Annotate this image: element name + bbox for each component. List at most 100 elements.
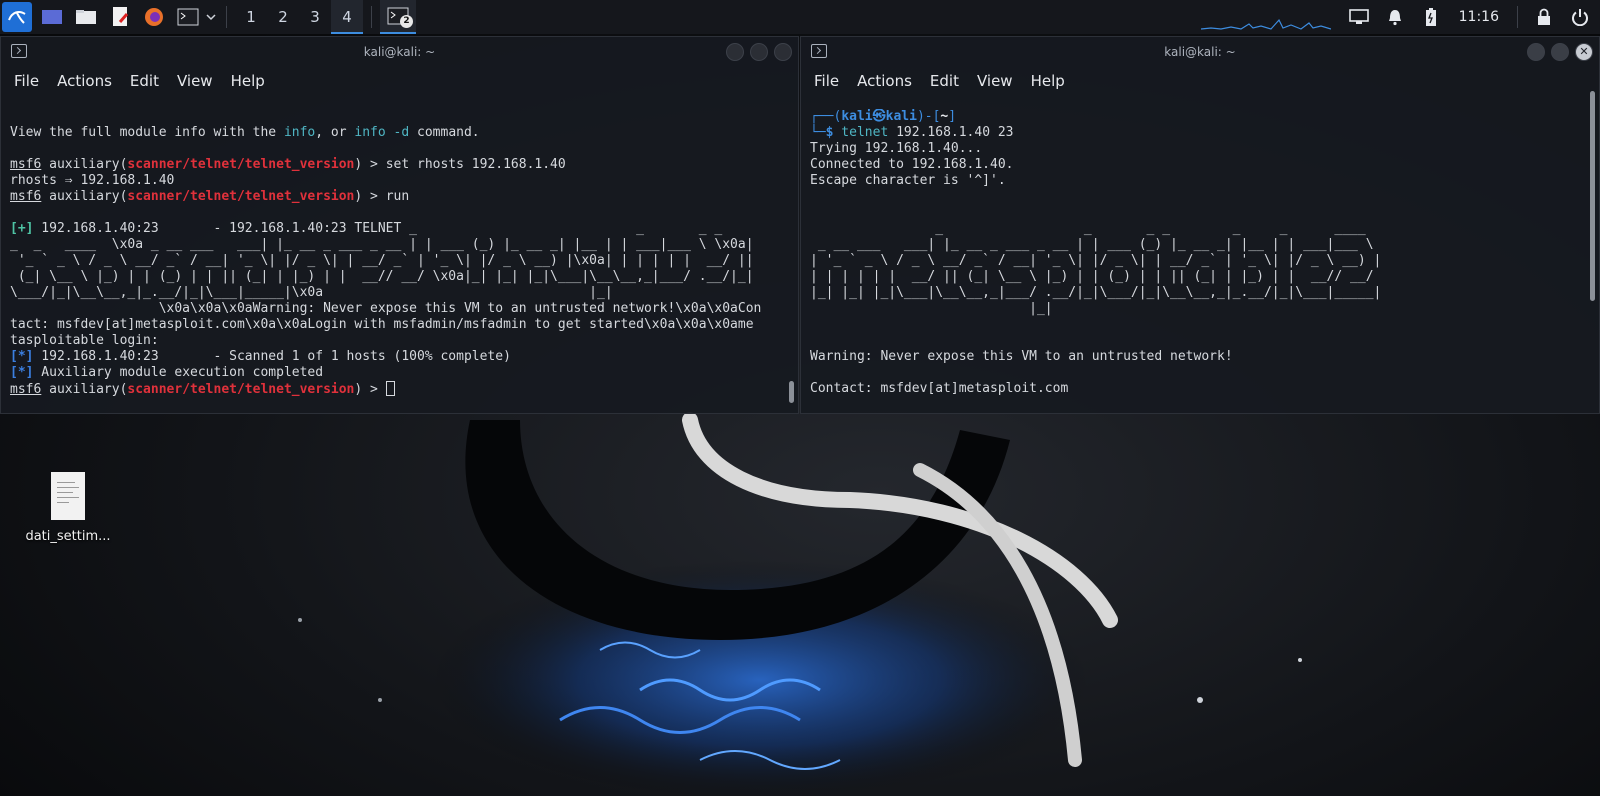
terminal-text: Auxiliary module execution completed: [33, 365, 324, 380]
menu-edit[interactable]: Edit: [121, 72, 168, 90]
terminal-text: , or: [315, 125, 355, 140]
menu-help[interactable]: Help: [1022, 72, 1074, 90]
close-button[interactable]: ✕: [1575, 43, 1593, 61]
taskbar-separator: [371, 6, 372, 28]
ascii-banner-line: | | | | | | __/ || (_| \__ \ |_) | | (_)…: [810, 269, 1374, 284]
module-name: scanner/telnet/telnet_version: [127, 157, 355, 172]
prompt-decoration: )-[: [916, 109, 941, 124]
terminal-icon: [11, 44, 27, 58]
window-titlebar[interactable]: kali@kali: ~ ✕: [801, 37, 1599, 67]
menu-actions[interactable]: Actions: [48, 72, 121, 90]
menu-actions[interactable]: Actions: [848, 72, 921, 90]
terminal-output[interactable]: View the full module info with the info,…: [10, 125, 780, 397]
ascii-banner-line: _ _ _ _ _ _ ____: [810, 221, 1366, 236]
taskbar-separator: [1517, 6, 1518, 28]
ascii-banner-line: |_| |_| |_|\___|\__\__,_|___/ .__/|_|\__…: [810, 285, 1382, 300]
terminal-text: \___/|_|\__\__,_|_.__/|_|\___|_____|\x0a…: [10, 285, 613, 300]
network-icon[interactable]: [1347, 5, 1371, 29]
text-cursor[interactable]: [385, 381, 395, 396]
terminal-icon[interactable]: [174, 3, 202, 31]
module-name: scanner/telnet/telnet_version: [127, 189, 355, 204]
terminal-icon: [811, 44, 827, 58]
workspace-4[interactable]: 4: [331, 0, 363, 34]
info-marker: [*]: [10, 349, 34, 364]
ascii-banner-line: | '_ ` _ \ / _ \ __/ _` / __| '_ \| |/ _…: [810, 253, 1382, 268]
menu-view[interactable]: View: [168, 72, 222, 90]
success-marker: [+]: [10, 221, 34, 236]
terminal-text: command.: [409, 125, 480, 140]
battery-icon[interactable]: [1419, 5, 1443, 29]
terminal-text: Escape character is '^]'.: [810, 173, 1006, 188]
lock-icon[interactable]: [1532, 5, 1556, 29]
terminal-text: auxiliary(: [41, 382, 128, 397]
kali-menu-icon[interactable]: [2, 2, 32, 32]
ascii-banner-line: |_|: [810, 301, 1053, 316]
scrollbar[interactable]: [789, 381, 794, 403]
info-marker: [*]: [10, 365, 34, 380]
firefox-icon[interactable]: [140, 3, 168, 31]
file-manager-icon[interactable]: [72, 3, 100, 31]
desktop-file-label: dati_settim...: [25, 529, 111, 544]
terminal-text: ) >: [354, 382, 386, 397]
menu-file[interactable]: File: [805, 72, 848, 90]
desktop-file[interactable]: dati_settim...: [16, 472, 120, 544]
terminal-text: Trying 192.168.1.40...: [810, 141, 983, 156]
terminal-text: tact: msfdev[at]metasploit.com\x0a\x0aLo…: [10, 317, 754, 332]
prompt-decoration: ]: [948, 109, 957, 124]
desktop-icon[interactable]: [38, 3, 66, 31]
terminal-text: rhosts ⇒ 192.168.1.40: [10, 173, 175, 188]
menu-file[interactable]: File: [5, 72, 48, 90]
terminal-text: \x0a\x0a\x0aWarning: Never expose this V…: [10, 301, 762, 316]
text-editor-icon[interactable]: [106, 3, 134, 31]
terminal-window-right[interactable]: kali@kali: ~ ✕ File Actions Edit View He…: [800, 36, 1600, 414]
prompt-decoration: ┌──(: [810, 109, 842, 124]
close-button[interactable]: [774, 43, 792, 61]
terminal-task-button[interactable]: 2: [380, 0, 416, 34]
taskbar: 1 2 3 4 2 11:16: [0, 0, 1600, 34]
terminal-text: View the full module info with the: [10, 125, 284, 140]
clock[interactable]: 11:16: [1459, 9, 1499, 25]
terminal-text: _ _ ____ \x0a _ __ ___ ___| |_ __ _ ___ …: [10, 237, 754, 252]
taskbar-separator: [226, 6, 227, 28]
prompt-user: kali㉿kali: [841, 109, 917, 124]
terminal-text: info: [283, 125, 316, 140]
terminal-window-left[interactable]: kali@kali: ~ File Actions Edit View Help…: [0, 36, 799, 414]
window-title: kali@kali: ~: [1164, 45, 1236, 59]
minimize-button[interactable]: [726, 43, 744, 61]
maximize-button[interactable]: [750, 43, 768, 61]
menu-bar: File Actions Edit View Help: [801, 67, 1599, 95]
command-name: telnet: [833, 125, 889, 140]
task-count-badge: 2: [400, 15, 413, 28]
terminal-text: ) > set rhosts 192.168.1.40: [354, 157, 566, 172]
window-titlebar[interactable]: kali@kali: ~: [1, 37, 798, 67]
terminal-text: auxiliary(: [41, 189, 128, 204]
cpu-graph: [1200, 18, 1331, 30]
msf-prompt: msf6: [10, 382, 42, 397]
minimize-button[interactable]: [1527, 43, 1545, 61]
menu-bar: File Actions Edit View Help: [1, 67, 798, 95]
terminal-text: auxiliary(: [41, 157, 128, 172]
window-title: kali@kali: ~: [363, 45, 436, 59]
terminal-output[interactable]: ┌──(kali㉿kali)-[~] └─$ telnet 192.168.1.4…: [810, 109, 1581, 397]
terminal-text: 192.168.1.40:23 - Scanned 1 of 1 hosts (…: [33, 349, 511, 364]
power-icon[interactable]: [1568, 5, 1592, 29]
module-name: scanner/telnet/telnet_version: [127, 382, 355, 397]
prompt-decoration: └─: [810, 125, 826, 140]
terminal-text: info -d: [354, 125, 410, 140]
workspace-2[interactable]: 2: [267, 0, 299, 34]
workspace-1[interactable]: 1: [235, 0, 267, 34]
menu-edit[interactable]: Edit: [921, 72, 968, 90]
terminal-text: Contact: msfdev[at]metasploit.com: [810, 381, 1069, 396]
scrollbar[interactable]: [1590, 91, 1595, 301]
terminal-text: Connected to 192.168.1.40.: [810, 157, 1014, 172]
dropdown-chevron-icon[interactable]: [204, 3, 218, 31]
workspace-3[interactable]: 3: [299, 0, 331, 34]
terminal-text: Warning: Never expose this VM to an untr…: [810, 349, 1233, 364]
ascii-banner-line: _ __ ___ ___| |_ __ _ ___ _ __ | | ___ (…: [810, 237, 1374, 252]
notifications-icon[interactable]: [1383, 5, 1407, 29]
msf-prompt: msf6: [10, 157, 42, 172]
menu-view[interactable]: View: [968, 72, 1022, 90]
document-icon: [51, 472, 85, 520]
menu-help[interactable]: Help: [222, 72, 274, 90]
maximize-button[interactable]: [1551, 43, 1569, 61]
